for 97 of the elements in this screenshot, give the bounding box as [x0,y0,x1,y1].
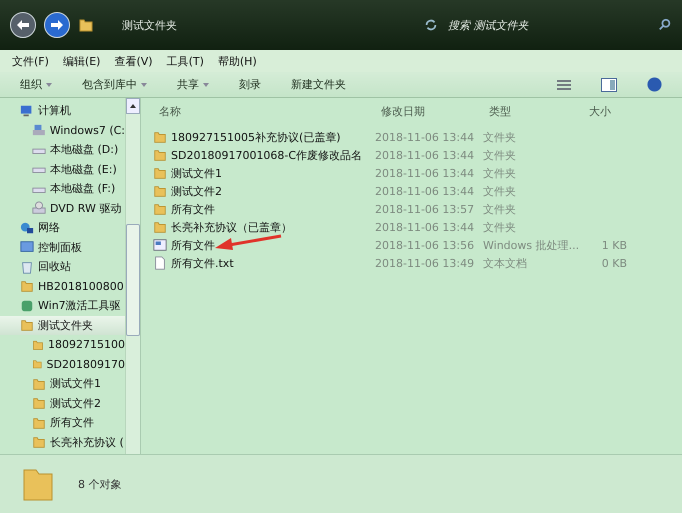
toolbar-button[interactable]: 包含到库中 [82,77,147,92]
back-arrow-icon [17,20,29,30]
modified-date: 2018-11-06 13:44 [375,166,476,182]
control-panel-icon [20,240,34,254]
nav-item[interactable]: 测试文件2 [0,394,125,413]
folder-icon [20,279,34,294]
toolbar-button[interactable]: 新建文件夹 [291,77,346,92]
modified-date: 2018-11-06 13:44 [375,130,476,146]
nav-item[interactable]: 控制面板 [0,238,125,257]
folder-icon [153,166,167,180]
search-field[interactable]: 搜索 测试文件夹 [446,13,650,37]
nav-item[interactable]: 本地磁盘 (D:) [0,140,125,160]
nav-item[interactable]: 网络 [0,218,125,238]
folder-icon [20,318,34,332]
menu-item[interactable]: 编辑(E) [62,54,100,68]
folder-icon [32,416,46,430]
back-button[interactable] [10,12,36,38]
menu-item[interactable]: 文件(F) [12,54,49,68]
nav-item[interactable]: 本地磁盘 (E:) [0,160,125,179]
toolbar-button[interactable]: 刻录 [239,77,261,92]
file-type: Windows 批处理... [483,238,580,254]
text-file-icon [153,256,167,270]
caret-icon [141,82,147,86]
dvd-drive-icon [32,201,46,216]
folder-icon [32,396,46,410]
search-icon[interactable] [658,18,672,32]
address-bar[interactable]: 测试文件夹 [102,14,416,36]
item-count: 8 个对象 [78,476,122,492]
nav-item[interactable]: Windows7 (C: [0,120,125,140]
file-type: 文件夹 [483,148,517,164]
nav-item[interactable]: 所有文件 [0,413,125,432]
file-type: 文件夹 [483,166,517,182]
folder-icon [153,184,167,198]
preview-pane-icon[interactable] [601,78,617,92]
modified-date: 2018-11-06 13:57 [375,202,476,218]
scroll-up-icon [130,104,136,108]
file-name[interactable]: 所有文件 [153,200,375,218]
file-name[interactable]: 所有文件 [153,236,375,254]
modified-date: 2018-11-06 13:44 [375,148,476,164]
network-icon [20,220,34,235]
forward-arrow-icon [51,20,63,30]
file-name[interactable]: 180927151005补充协议(已盖章) [153,128,375,146]
nav-item[interactable]: 18092715100 [0,335,125,354]
view-options-icon[interactable] [557,78,571,90]
modified-date: 2018-11-06 13:49 [375,256,476,272]
computer-icon [20,104,34,118]
file-name[interactable]: 所有文件.txt [153,254,375,272]
nav-item[interactable]: 回收站 [0,257,125,276]
menu-item[interactable]: 工具(T) [166,54,204,68]
nav-item[interactable]: 本地磁盘 (F:) [0,179,125,198]
toolbar-button[interactable]: 组织 [20,77,52,92]
toolbar-button[interactable]: 共享 [177,77,209,92]
nav-item[interactable]: 测试文件夹 [0,316,125,335]
column-header[interactable]: 大小 [583,98,627,124]
folder-icon [32,435,46,450]
modified-date: 2018-11-06 13:44 [375,220,476,236]
nav-item[interactable]: 计算机 [0,101,125,120]
menu-item[interactable]: 查看(V) [114,54,153,68]
nav-item[interactable]: SD201809170 [0,354,125,374]
caret-icon [203,82,209,86]
app-icon [20,298,34,313]
nav-item[interactable]: 测试文件1 [0,374,125,394]
nav-item[interactable]: 长亮补充协议 ( [0,432,125,452]
folder-icon [153,148,167,162]
file-type: 文件夹 [483,184,517,200]
file-name[interactable]: 测试文件2 [153,182,375,200]
annotation-arrow [215,234,283,252]
file-name[interactable]: 测试文件1 [153,164,375,182]
column-header[interactable]: 名称 [153,98,375,124]
file-size: 0 KB [600,256,627,272]
folder-icon [153,130,167,144]
file-type: 文件夹 [483,220,517,236]
forward-button[interactable] [44,12,70,38]
file-name[interactable]: 长亮补充协议（已盖章） [153,218,375,236]
nav-item[interactable]: Win7激活工具驱 [0,296,125,316]
nav-item[interactable]: DVD RW 驱动 [0,198,125,218]
caret-icon [46,82,52,86]
modified-date: 2018-11-06 13:56 [375,238,476,254]
recycle-bin-icon [20,260,34,274]
column-header[interactable]: 修改日期 [375,98,483,124]
file-type: 文本文档 [483,256,528,272]
file-type: 文件夹 [483,202,517,218]
folder-icon [153,220,167,234]
folder-icon [32,376,46,391]
refresh-icon[interactable] [424,18,438,32]
folder-icon [78,17,94,33]
file-type: 文件夹 [483,130,517,146]
file-name[interactable]: SD20180917001068-C作废修改品名 [153,146,375,164]
column-header[interactable]: 类型 [483,98,583,124]
modified-date: 2018-11-06 13:44 [375,184,476,200]
nav-item[interactable]: HB2018100800 [0,276,125,296]
menu-item[interactable]: 帮助(H) [218,54,257,68]
batch-file-icon [153,238,167,252]
scrollbar[interactable] [125,98,140,454]
folder-icon [153,202,167,216]
drive-icon [32,123,46,138]
file-size: 1 KB [600,238,627,254]
